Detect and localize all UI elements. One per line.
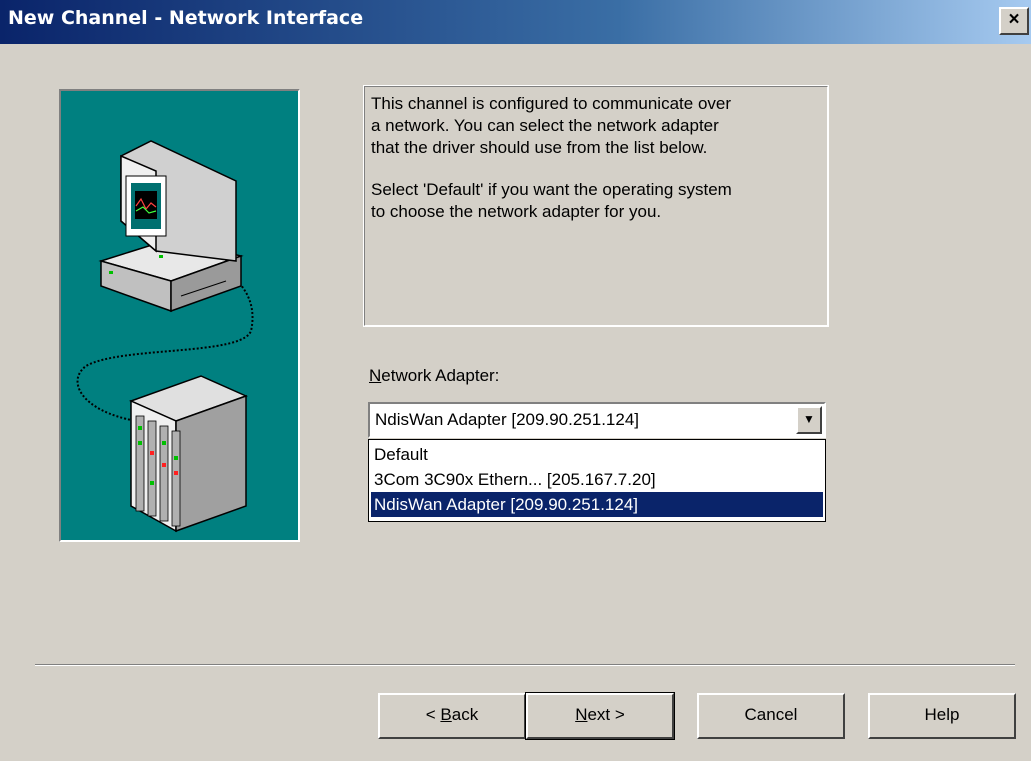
window-title: New Channel - Network Interface <box>8 7 364 29</box>
help-button-label: Help <box>924 705 960 724</box>
back-button-mnemonic: B <box>440 705 452 724</box>
dropdown-item-3com[interactable]: 3Com 3C90x Ethern... [205.167.7.20] <box>371 467 823 492</box>
next-button[interactable]: Next > <box>525 692 675 740</box>
back-button-label: ack <box>451 705 479 724</box>
wizard-illustration <box>59 89 300 542</box>
info-paragraph-2: Select 'Default' if you want the operati… <box>371 180 732 221</box>
network-adapter-combobox[interactable]: NdisWan Adapter [209.90.251.124] ▼ <box>368 402 826 438</box>
back-button[interactable]: < Back <box>378 693 526 739</box>
dialog-window: New Channel - Network Interface × This c… <box>0 0 1031 761</box>
wizard-illustration-svg <box>61 91 298 540</box>
server-rack-icon <box>128 375 249 533</box>
info-text-box: This channel is configured to communicat… <box>363 85 829 327</box>
next-button-mnemonic: N <box>575 705 588 724</box>
network-adapter-label: Network Adapter: <box>369 366 499 386</box>
help-button[interactable]: Help <box>868 693 1016 739</box>
title-bar[interactable]: New Channel - Network Interface × <box>0 0 1031 44</box>
dropdown-item-default[interactable]: Default <box>371 442 823 467</box>
combobox-value: NdisWan Adapter [209.90.251.124] <box>375 410 639 429</box>
back-button-prefix: < <box>425 705 441 724</box>
adapter-label-mnemonic: N <box>369 366 382 385</box>
info-paragraph-1: This channel is configured to communicat… <box>371 94 732 157</box>
cancel-button-label: Cancel <box>744 705 798 724</box>
close-icon: × <box>1008 9 1020 30</box>
dropdown-button[interactable]: ▼ <box>796 406 822 434</box>
adapter-label-text: etwork Adapter: <box>381 366 500 385</box>
button-separator <box>35 664 1015 666</box>
dropdown-item-ndiswan[interactable]: NdisWan Adapter [209.90.251.124] <box>371 492 823 517</box>
chevron-down-icon: ▼ <box>803 412 815 426</box>
adapter-dropdown-list[interactable]: Default 3Com 3C90x Ethern... [205.167.7.… <box>368 439 826 522</box>
next-button-label: ext > <box>587 705 625 724</box>
close-button[interactable]: × <box>999 7 1029 35</box>
cancel-button[interactable]: Cancel <box>697 693 845 739</box>
